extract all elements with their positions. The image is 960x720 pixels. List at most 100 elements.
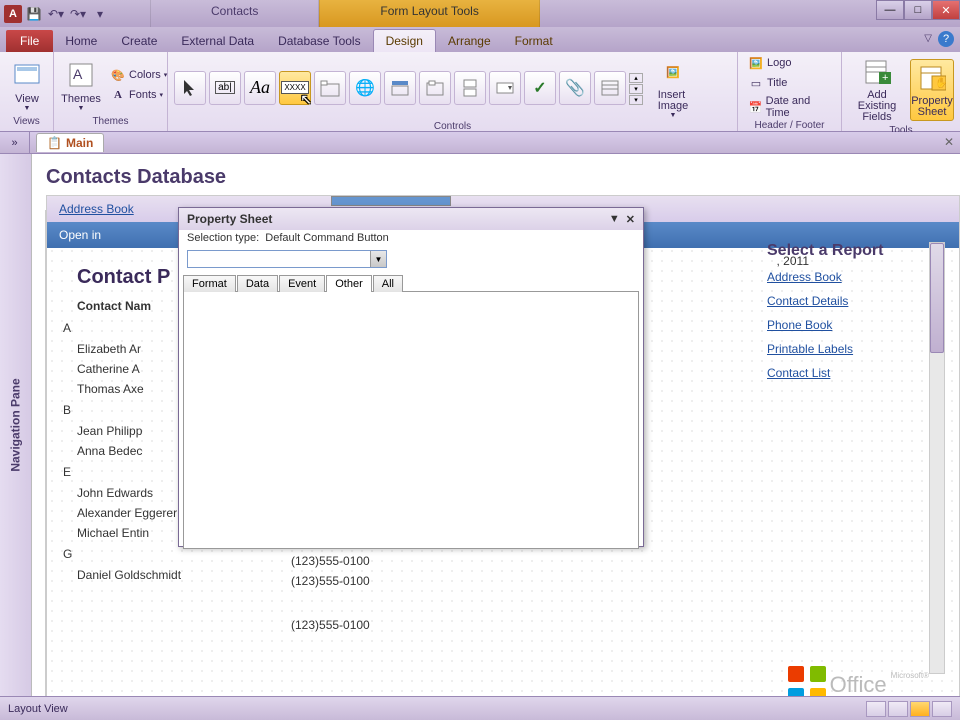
proptab-event[interactable]: Event xyxy=(279,275,325,292)
tab-external-data[interactable]: External Data xyxy=(169,30,266,52)
controls-gallery-more[interactable]: ▾ xyxy=(629,95,643,105)
report-link-contact-details[interactable]: Contact Details xyxy=(767,294,915,308)
insert-image-button[interactable]: 🖼️Insert Image▼ xyxy=(652,54,694,121)
report-link-printable-labels[interactable]: Printable Labels xyxy=(767,342,915,356)
tab-design[interactable]: Design xyxy=(373,29,436,52)
proptab-other[interactable]: Other xyxy=(326,275,372,292)
title-bar: A 💾 ↶▾ ↷▾ ▾ Contacts Form Layout Tools —… xyxy=(0,0,960,27)
tab-create[interactable]: Create xyxy=(109,30,169,52)
vertical-ruler xyxy=(32,210,46,696)
control-navigation[interactable] xyxy=(384,71,416,105)
document-tab-main[interactable]: 📋Main xyxy=(36,133,104,152)
viewbtn-form[interactable] xyxy=(866,701,886,717)
property-sheet-dropdown-icon[interactable]: ▼ xyxy=(609,213,620,226)
window-minimize-button[interactable]: — xyxy=(876,0,904,20)
title-button[interactable]: ▭Title xyxy=(744,74,835,92)
combobox-dropdown-icon[interactable]: ▼ xyxy=(370,251,386,267)
list-item[interactable]: John Edwards xyxy=(77,483,181,503)
group-A: A Elizabeth Ar Catherine A Thomas Axe xyxy=(77,321,181,399)
proptab-format[interactable]: Format xyxy=(183,275,236,292)
link-address-book[interactable]: Address Book xyxy=(59,202,134,216)
list-item[interactable]: Jean Philipp xyxy=(77,421,181,441)
phone-cell: (123)555-0100 xyxy=(291,615,370,635)
navpane-label: Navigation Pane xyxy=(9,378,23,471)
proptab-all[interactable]: All xyxy=(373,275,403,292)
view-button[interactable]: View▼ xyxy=(6,57,48,114)
control-attachment[interactable]: 📎 xyxy=(559,71,591,105)
list-item[interactable]: Catherine A xyxy=(77,359,181,379)
viewbtn-design[interactable] xyxy=(932,701,952,717)
control-subform[interactable] xyxy=(594,71,626,105)
list-item[interactable]: Anna Bedec xyxy=(77,441,181,461)
list-item[interactable]: Alexander Eggerer xyxy=(77,503,181,523)
property-sheet-close-icon[interactable]: ✕ xyxy=(626,213,635,226)
controls-gallery-down[interactable]: ▾ xyxy=(629,84,643,94)
viewbtn-layout[interactable] xyxy=(910,701,930,717)
status-view-label: Layout View xyxy=(8,703,68,715)
report-link-phone-book[interactable]: Phone Book xyxy=(767,318,915,332)
datetime-button[interactable]: 📅Date and Time xyxy=(744,94,835,120)
control-button-xxxx[interactable]: XXXX↖ xyxy=(279,71,311,105)
tab-home[interactable]: Home xyxy=(53,30,109,52)
selected-control-placeholder[interactable] xyxy=(331,196,451,206)
qat-undo-icon[interactable]: ↶▾ xyxy=(46,4,66,24)
group-E: E John Edwards Alexander Eggerer Michael… xyxy=(77,465,181,543)
form-scrollbar[interactable] xyxy=(929,242,945,674)
selection-combobox[interactable]: ▼ xyxy=(187,250,387,268)
ribbon-tab-strip: File Home Create External Data Database … xyxy=(0,27,960,52)
help-icon[interactable]: ? xyxy=(938,31,954,47)
ribbon-body: View▼ Views AThemes▼ 🎨Colors▾ AFonts▾ Th… xyxy=(0,52,960,132)
colors-button[interactable]: 🎨Colors▾ xyxy=(106,66,171,84)
qat-redo-icon[interactable]: ↷▾ xyxy=(68,4,88,24)
control-combobox[interactable] xyxy=(489,71,521,105)
phone-cell: (123)555-0100 xyxy=(291,571,370,591)
list-item[interactable]: Michael Entin xyxy=(77,523,181,543)
property-sheet-button[interactable]: ✋Property Sheet xyxy=(910,59,954,121)
document-close-button[interactable]: ✕ xyxy=(944,135,954,149)
ribbon-minimize-icon[interactable]: ▽ xyxy=(924,33,932,44)
tab-database-tools[interactable]: Database Tools xyxy=(266,30,373,52)
selection-type-row: Selection type: Default Command Button xyxy=(179,230,643,246)
svg-text:✋: ✋ xyxy=(935,76,946,89)
list-item[interactable]: Thomas Axe xyxy=(77,379,181,399)
control-label[interactable]: Aa xyxy=(244,71,276,105)
control-tab[interactable] xyxy=(314,71,346,105)
add-existing-fields-button[interactable]: +Add Existing Fields xyxy=(848,54,906,125)
property-sheet-dialog: Property Sheet ▼ ✕ Selection type: Defau… xyxy=(178,207,644,547)
viewbtn-datasheet[interactable] xyxy=(888,701,908,717)
report-link-address-book[interactable]: Address Book xyxy=(767,270,915,284)
svg-text:+: + xyxy=(882,72,888,84)
proptab-data[interactable]: Data xyxy=(237,275,278,292)
list-item[interactable]: Elizabeth Ar xyxy=(77,339,181,359)
report-link-contact-list[interactable]: Contact List xyxy=(767,366,915,380)
tab-format[interactable]: Format xyxy=(503,30,565,52)
themes-button[interactable]: AThemes▼ xyxy=(60,57,102,114)
qat-customize-icon[interactable]: ▾ xyxy=(90,4,110,24)
scrollbar-thumb[interactable] xyxy=(930,243,944,353)
control-checkbox[interactable]: ✓ xyxy=(524,71,556,105)
tab-arrange[interactable]: Arrange xyxy=(436,30,503,52)
logo-button[interactable]: 🖼️Logo xyxy=(744,54,835,72)
list-item[interactable]: Daniel Goldschmidt xyxy=(77,565,181,585)
access-app-icon[interactable]: A xyxy=(4,5,22,23)
property-sheet-titlebar[interactable]: Property Sheet ▼ ✕ xyxy=(179,208,643,230)
navigation-pane-collapsed[interactable]: Navigation Pane xyxy=(0,154,32,696)
window-maximize-button[interactable]: □ xyxy=(904,0,932,20)
control-optiongroup[interactable] xyxy=(419,71,451,105)
fonts-button[interactable]: AFonts▾ xyxy=(106,86,171,104)
control-hyperlink[interactable]: 🌐 xyxy=(349,71,381,105)
window-close-button[interactable]: ✕ xyxy=(932,0,960,20)
control-select-pointer[interactable] xyxy=(174,71,206,105)
status-bar: Layout View xyxy=(0,696,960,720)
office-logo-icon xyxy=(788,666,826,696)
office-watermark: Office Microsoft® xyxy=(788,666,929,696)
tab-file[interactable]: File xyxy=(6,30,53,52)
property-grid-body[interactable] xyxy=(183,291,639,549)
qat-save-icon[interactable]: 💾 xyxy=(24,4,44,24)
qat: A 💾 ↶▾ ↷▾ ▾ xyxy=(0,2,114,26)
section-heading-contact: Contact P xyxy=(77,266,181,289)
controls-gallery-up[interactable]: ▴ xyxy=(629,73,643,83)
navpane-shutter-button[interactable]: » xyxy=(0,132,30,154)
control-textbox[interactable]: ab| xyxy=(209,71,241,105)
control-pagebreak[interactable] xyxy=(454,71,486,105)
